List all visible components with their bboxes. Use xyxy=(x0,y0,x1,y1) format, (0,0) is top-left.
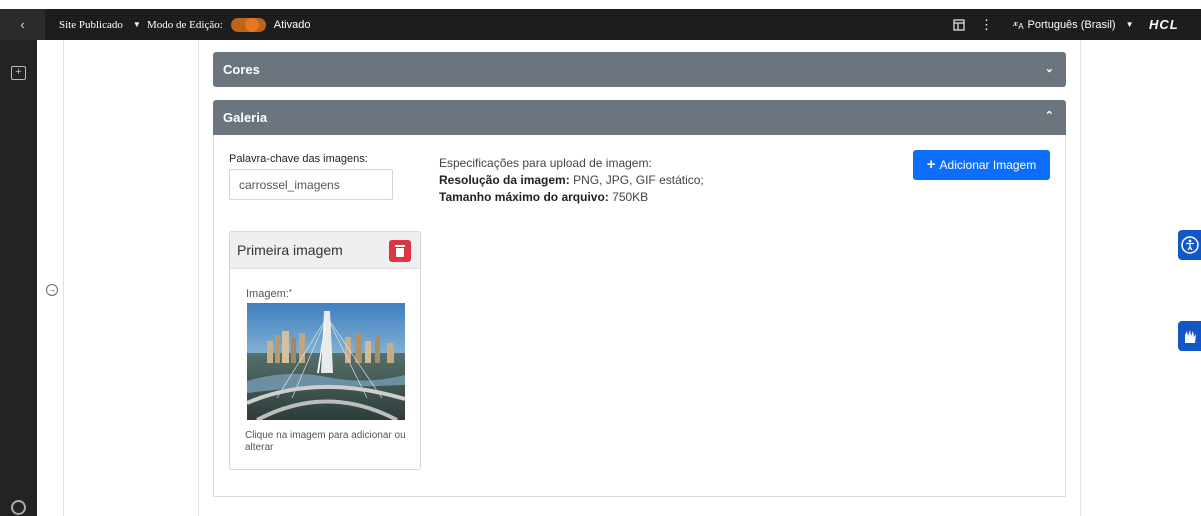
language-dropdown[interactable]: 𝓍A Português (Brasil) ▼ xyxy=(1013,9,1134,40)
site-published-dropdown[interactable]: Site Publicado ▼ xyxy=(59,9,141,40)
sign-language-button[interactable] xyxy=(1178,321,1201,351)
galeria-title: Galeria xyxy=(223,110,268,125)
caret-down-icon: ▼ xyxy=(1125,20,1134,29)
add-panel-icon[interactable]: + xyxy=(11,66,26,80)
page-right-border xyxy=(1080,40,1081,516)
edit-mode-toggle[interactable] xyxy=(230,17,266,32)
add-image-button[interactable]: + Adicionar Imagem xyxy=(913,150,1050,180)
plus-icon: + xyxy=(926,156,936,173)
caret-down-icon: ▼ xyxy=(132,20,141,29)
upload-specifications: Especificações para upload de imagem: Re… xyxy=(439,155,704,206)
sign-language-icon xyxy=(1184,330,1196,343)
galeria-section-header[interactable]: Galeria ⌃ xyxy=(213,100,1066,135)
image-card: Primeira imagem Imagem:* Clique na image… xyxy=(229,231,421,470)
edit-mode-state: Ativado xyxy=(273,18,311,31)
image-label: Imagem:* xyxy=(246,288,292,300)
add-image-label: Adicionar Imagem xyxy=(939,158,1037,172)
cores-title: Cores xyxy=(223,62,260,77)
collapsed-sidebar: → xyxy=(37,40,64,516)
collapse-arrow-icon[interactable]: → xyxy=(46,284,58,296)
max-size-value: 750KB xyxy=(612,190,649,204)
image-card-title: Primeira imagem xyxy=(237,242,343,258)
page-layout-button[interactable] xyxy=(953,9,965,40)
resolution-label: Resolução da imagem: xyxy=(439,173,570,187)
more-options-button[interactable]: ⋮ xyxy=(980,9,993,40)
cores-section-header[interactable]: Cores ⌄ xyxy=(213,52,1066,87)
translate-icon: 𝓍A xyxy=(1013,17,1024,32)
layout-icon xyxy=(953,18,965,31)
language-label: Português (Brasil) xyxy=(1027,18,1116,31)
max-size-label: Tamanho máximo do arquivo: xyxy=(439,190,609,204)
delete-image-button[interactable] xyxy=(389,240,411,262)
back-button[interactable]: ‹ xyxy=(0,9,45,40)
chevron-down-icon: ⌄ xyxy=(1044,63,1054,75)
gallery-image-thumbnail[interactable] xyxy=(247,303,405,420)
hcl-logo: HCL xyxy=(1149,17,1179,32)
image-hint: Clique na imagem para adicionar ou alter… xyxy=(245,430,406,453)
left-rail: + xyxy=(0,40,37,516)
accessibility-icon xyxy=(1180,236,1199,254)
keyword-input[interactable]: carrossel_imagens xyxy=(229,169,393,200)
page-left-border xyxy=(198,40,199,516)
top-toolbar: ‹ Site Publicado ▼ Modo de Edição: Ativad… xyxy=(0,9,1201,40)
keyword-label: Palavra-chave das imagens: xyxy=(229,153,368,165)
lifebuoy-icon[interactable] xyxy=(11,500,26,515)
chevron-left-icon: ‹ xyxy=(20,17,25,32)
site-published-label: Site Publicado xyxy=(59,18,123,31)
resolution-value: PNG, JPG, GIF estático; xyxy=(573,173,704,187)
spec-title: Especificações para upload de imagem: xyxy=(439,156,652,170)
edit-mode-label: Modo de Edição: xyxy=(147,18,223,31)
chevron-up-icon: ⌃ xyxy=(1044,110,1054,122)
city-bridge-photo xyxy=(247,303,405,420)
trash-icon xyxy=(395,245,405,247)
more-vertical-icon: ⋮ xyxy=(980,16,993,32)
accessibility-button[interactable] xyxy=(1178,230,1201,260)
edit-mode-control: Modo de Edição: Ativado xyxy=(147,9,310,40)
